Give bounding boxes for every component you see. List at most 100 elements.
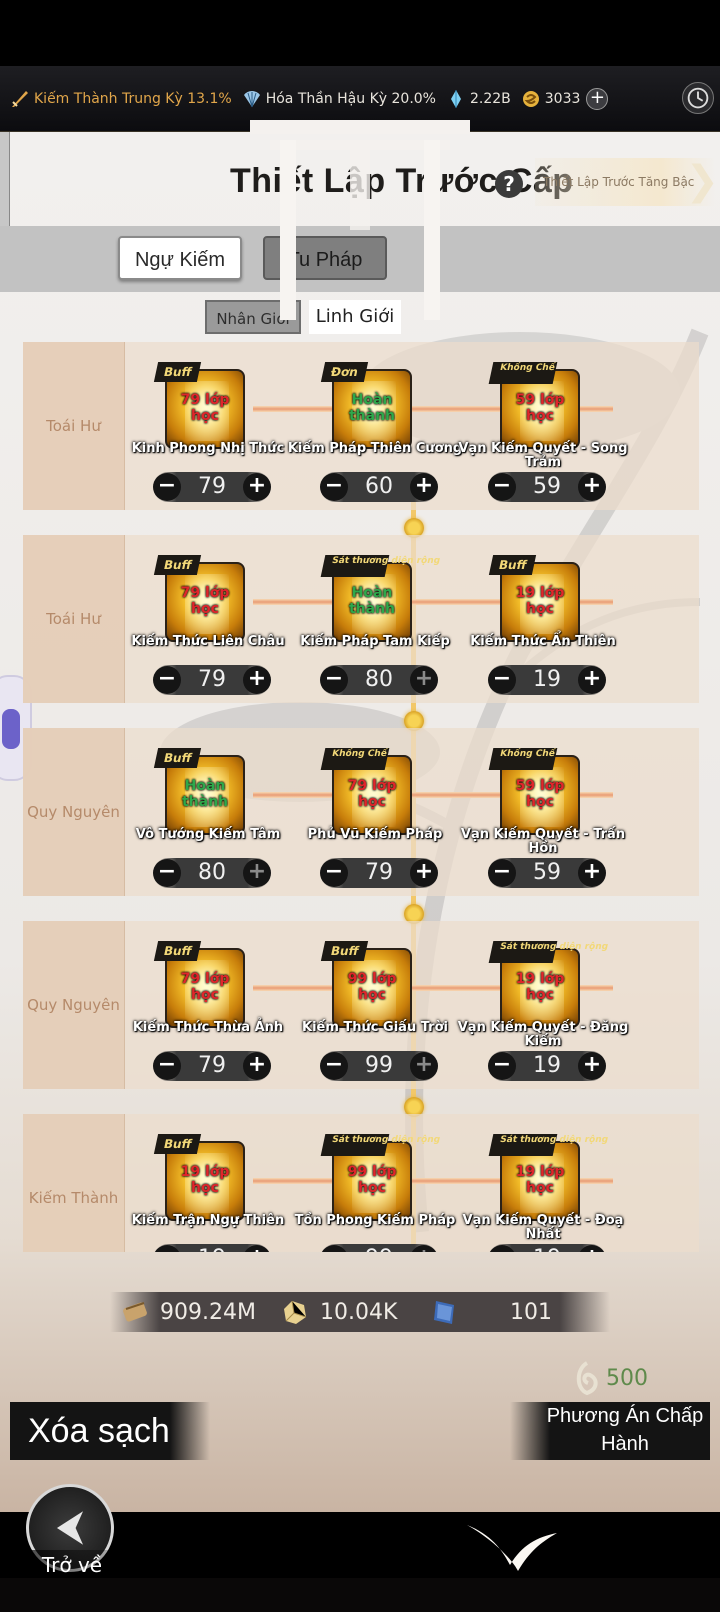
resource-ore: 10.04K [280,1292,397,1332]
help-icon[interactable]: ? [495,170,523,198]
level-value[interactable]: 19 [518,1244,576,1252]
skill-type-tag: Khống Chế [488,362,558,384]
level-stepper: −19+ [153,1244,271,1252]
skill-node[interactable]: Sát thương diện rộng 19 lớp học Vạn Kiếm Q… [463,1114,623,1252]
skill-node[interactable]: Buff 19 lớp học Kiếm Thức Ẩn Thiên −19 + [463,535,623,703]
clear-all-button[interactable]: Xóa sạch [10,1402,210,1460]
skill-node[interactable]: Khống Chế 59 lớp học Vạn Kiếm Quyết - Trấn… [461,728,625,896]
skill-node[interactable]: Đơn Hoàn thành Kiếm Pháp Thiên Cương −60 + [288,342,462,510]
decrease-button[interactable]: − [320,473,348,501]
skill-node[interactable]: Khống Chế 79 lớp học Phủ Vũ Kiếm Pháp −79 + [295,728,455,896]
skill-node[interactable]: Buff 19 lớp học Kiếm Trận Ngự Thiên −19+ [128,1114,288,1252]
increase-button[interactable]: + [243,473,271,501]
skill-node[interactable]: Sát thương diện rộng 19 lớp học Vạn Kiếm Q… [458,921,628,1089]
increase-button[interactable]: + [578,666,606,694]
level-value[interactable]: 80 [350,665,408,695]
level-value[interactable]: 19 [518,1051,576,1081]
skill-tree-list[interactable]: Toái Hư Buff 79 lớp học Kinh Phong Nhị Thức… [0,340,720,1252]
level-stepper: −19+ [488,1244,606,1252]
decrease-button[interactable]: − [153,1245,181,1252]
decrease-button[interactable]: − [153,666,181,694]
increase-button[interactable]: + [243,859,271,887]
decrease-button[interactable]: − [153,859,181,887]
increase-button[interactable]: + [410,1245,438,1252]
level-value[interactable]: 59 [518,858,576,888]
book-icon [434,1301,454,1324]
tab-ngu-kiem[interactable]: Ngự Kiếm [118,236,242,280]
decrease-button[interactable]: − [488,473,516,501]
increase-button[interactable]: + [243,1245,271,1252]
advanced-setup-label: Thiết Lập Trước Tăng Bậc [543,175,695,189]
increase-button[interactable]: + [578,473,606,501]
skill-status: 79 lớp học [180,392,230,424]
skill-node[interactable]: Buff 79 lớp học Kiếm Thức Liên Châu −79 + [128,535,288,703]
level-value[interactable]: 60 [350,472,408,502]
increase-button[interactable]: + [578,859,606,887]
increase-button[interactable]: + [410,1052,438,1080]
skill-status: 19 lớp học [515,971,565,1003]
skill-node[interactable]: Sát thương diện rộng 99 lớp học Tồn Phong … [295,1114,455,1252]
level-value[interactable]: 59 [518,472,576,502]
level-value[interactable]: 79 [183,1051,241,1081]
increase-button[interactable]: + [410,666,438,694]
level-value[interactable]: 19 [518,665,576,695]
execution-cost: 500 [572,1358,648,1398]
decrease-button[interactable]: − [488,666,516,694]
level-value[interactable]: 19 [183,1244,241,1252]
tier-row: Quy Nguyên Buff 79 lớp học Kiếm Thức Thừa Ả… [23,921,699,1089]
level-value[interactable]: 79 [183,665,241,695]
increase-button[interactable]: + [243,666,271,694]
level-stepper: −79 + [320,858,438,888]
skill-type-tag: Buff [488,555,537,575]
decrease-button[interactable]: − [320,666,348,694]
level-value[interactable]: 99 [350,1244,408,1252]
tier-label: Quy Nguyên [23,921,125,1089]
execute-plan-button[interactable]: Phương Án Chấp Hành [510,1402,710,1460]
skill-node[interactable]: Sát thương diện rộng Hoàn thành Kiếm Pháp … [295,535,455,703]
back-label[interactable]: Trở về [20,1550,124,1580]
skill-node[interactable]: Buff 79 lớp học Kinh Phong Nhị Thức −79 + [128,342,288,510]
increase-button[interactable]: + [578,1052,606,1080]
increase-button[interactable]: + [243,1052,271,1080]
decrease-button[interactable]: − [488,859,516,887]
level-value[interactable]: 79 [350,858,408,888]
skill-node[interactable]: Buff 79 lớp học Kiếm Thức Thừa Ảnh −79 + [128,921,288,1089]
system-top-area [0,0,720,66]
decrease-button[interactable]: − [153,473,181,501]
skill-type-tag: Buff [320,941,369,961]
realm-primary: Kiếm Thành Trung Kỳ 13.1% [10,89,232,109]
increase-button[interactable]: + [410,859,438,887]
decrease-button[interactable]: − [320,1245,348,1252]
advanced-setup-link[interactable]: Thiết Lập Trước Tăng Bậc ❯ [535,158,719,206]
decrease-button[interactable]: − [320,859,348,887]
add-coins-button[interactable]: + [586,87,609,110]
level-value[interactable]: 99 [350,1051,408,1081]
skill-name: Kiếm Thức Giấu Trời [302,1020,448,1035]
skill-type-tag: Khống Chế [488,748,558,770]
level-stepper: −59 + [488,858,606,888]
decrease-button[interactable]: − [488,1052,516,1080]
decrease-button[interactable]: − [320,1052,348,1080]
tier-row: Quy Nguyên Buff Hoàn thành Vô Tướng Kiếm Tâ… [23,728,699,896]
increase-button[interactable]: + [410,473,438,501]
spirit-icon [576,1361,598,1396]
resource-books: 101 [430,1292,552,1332]
decrease-button[interactable]: − [488,1245,516,1252]
bird-icon[interactable] [462,1515,562,1575]
skill-status: 59 lớp học [515,778,565,810]
clock-icon[interactable] [682,82,714,114]
level-stepper: −80 + [153,858,271,888]
skill-type-tag: Sát thương diện rộng [320,555,441,577]
decrease-button[interactable]: − [153,1052,181,1080]
chevron-right-icon: ❯ [685,158,719,204]
skill-node[interactable]: Buff Hoàn thành Vô Tướng Kiếm Tâm −80 + [128,728,288,896]
level-value[interactable]: 79 [183,472,241,502]
skill-node[interactable]: Khống Chế 59 lớp học Vạn Kiếm Quyết - Song… [458,342,628,510]
level-stepper: −99+ [320,1051,438,1081]
skill-node[interactable]: Buff 99 lớp học Kiếm Thức Giấu Trời −99 + [295,921,455,1089]
level-value[interactable]: 80 [183,858,241,888]
skill-type-tag: Buff [153,1134,202,1154]
skill-name: Vô Tướng Kiếm Tâm [135,827,281,842]
skill-status: 19 lớp học [515,585,565,617]
increase-button[interactable]: + [578,1245,606,1252]
